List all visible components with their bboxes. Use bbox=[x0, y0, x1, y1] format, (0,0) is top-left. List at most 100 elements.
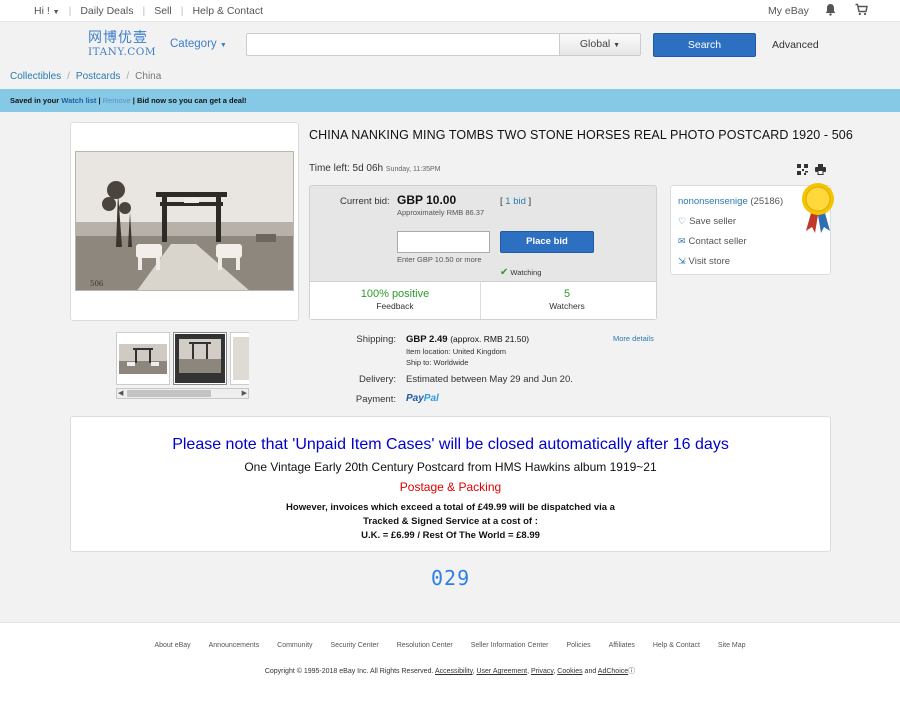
global-label: Global bbox=[579, 38, 611, 50]
copyright: Copyright © 1995-2018 eBay Inc. All Righ… bbox=[264, 668, 636, 675]
watchlist-banner: Saved in your Watch list | Remove | Bid … bbox=[0, 89, 900, 112]
bid-count-link[interactable]: 1 bid bbox=[505, 196, 526, 207]
logo-english: ITANY.COM bbox=[88, 46, 157, 58]
end-time: Sunday, 11:35PM bbox=[385, 166, 441, 173]
postage-heading: Postage & Packing bbox=[399, 480, 502, 494]
save-seller-label: Save seller bbox=[689, 216, 737, 227]
postage-line-2: Tracked & Signed Service at a cost of : bbox=[363, 516, 538, 527]
bell-icon[interactable] bbox=[825, 3, 836, 19]
footer-link[interactable]: Security Center bbox=[331, 642, 379, 649]
thumbnail-2[interactable] bbox=[173, 332, 227, 385]
legal-link[interactable]: Accessibility bbox=[435, 668, 473, 675]
watching-status[interactable]: ✔ Watching bbox=[500, 267, 541, 278]
legal-link[interactable]: Cookies bbox=[557, 668, 582, 675]
seller-info: nononsensenige (25186) bbox=[678, 196, 783, 207]
top-bar: Hi ! ▼ | Daily Deals | Sell | Help & Con… bbox=[0, 0, 900, 22]
postage-line-1: However, invoices which exceed a total o… bbox=[286, 502, 615, 513]
check-icon: ✔ bbox=[500, 267, 509, 278]
visit-store-label: Visit store bbox=[688, 256, 731, 267]
delivery-label: Delivery: bbox=[359, 374, 396, 385]
bid-amount-input[interactable] bbox=[397, 231, 490, 253]
footer-link[interactable]: Policies bbox=[566, 642, 590, 649]
shipping-approx: (approx. RMB 21.50) bbox=[450, 334, 530, 344]
print-icon[interactable] bbox=[815, 164, 826, 178]
search-input[interactable] bbox=[246, 33, 560, 56]
current-bid-value: GBP 10.00 bbox=[397, 193, 457, 207]
description-headline: One Vintage Early 20th Century Postcard … bbox=[244, 460, 657, 474]
visit-store-link[interactable]: ⇲ Visit store bbox=[678, 256, 730, 267]
adchoice-link[interactable]: AdChoice bbox=[598, 668, 628, 675]
postage-line-3: U.K. = £6.99 / Rest Of The World = £8.99 bbox=[361, 530, 540, 541]
footer-link[interactable]: Announcements bbox=[209, 642, 260, 649]
contact-seller-link[interactable]: ✉ Contact seller bbox=[678, 236, 747, 247]
chevron-down-icon: ▼ bbox=[613, 42, 621, 49]
cart-icon[interactable] bbox=[855, 3, 868, 19]
copyright-text: Copyright © 1995-2018 eBay Inc. All Righ… bbox=[264, 668, 434, 675]
time-left-value: 5d 06h bbox=[352, 163, 384, 174]
site-logo[interactable]: 网博优壹 ITANY.COM bbox=[88, 30, 157, 62]
main-photo[interactable]: 506 bbox=[75, 151, 294, 291]
watching-label: Watching bbox=[510, 268, 542, 277]
time-left: Time left: 5d 06h Sunday, 11:35PM bbox=[309, 163, 441, 174]
seller-name-link[interactable]: nononsensenige bbox=[678, 196, 748, 207]
watch-list-link[interactable]: Watch list bbox=[61, 96, 96, 105]
category-dropdown[interactable]: Category ▼ bbox=[170, 38, 227, 50]
watchbar-prefix: Saved in your bbox=[10, 96, 60, 105]
store-icon: ⇲ bbox=[678, 256, 686, 266]
chevron-down-icon: ▼ bbox=[219, 42, 227, 49]
shipping-price: GBP 2.49 (approx. RMB 21.50) bbox=[406, 334, 529, 345]
advanced-search-link[interactable]: Advanced bbox=[772, 39, 819, 51]
ship-to: Ship to: Worldwide bbox=[406, 358, 469, 367]
place-bid-button[interactable]: Place bid bbox=[500, 231, 594, 253]
unpaid-notice: Please note that 'Unpaid Item Cases' wil… bbox=[172, 436, 729, 453]
search-button[interactable]: Search bbox=[653, 33, 756, 57]
greeting-menu[interactable]: Hi ! ▼ bbox=[34, 5, 60, 17]
breadcrumb-collectibles[interactable]: Collectibles bbox=[10, 71, 61, 82]
footer-links: About eBay Announcements Community Secur… bbox=[0, 642, 900, 649]
thumbnail-scrollbar[interactable]: ◀ ▶ bbox=[116, 388, 249, 399]
footer-link[interactable]: Seller Information Center bbox=[471, 642, 549, 649]
footer-link[interactable]: Site Map bbox=[718, 642, 746, 649]
divider bbox=[480, 281, 481, 319]
shipping-label: Shipping: bbox=[356, 334, 396, 345]
thumbnail-1[interactable] bbox=[116, 332, 170, 385]
feedback-stat: 100% positive Feedback bbox=[310, 282, 480, 320]
thumbnail-3[interactable] bbox=[230, 332, 249, 385]
more-details-link[interactable]: More details bbox=[613, 334, 654, 343]
sell-link[interactable]: Sell bbox=[154, 5, 172, 17]
approx-price: Approximately RMB 86.37 bbox=[397, 208, 485, 217]
legal-link[interactable]: User Agreement bbox=[476, 668, 527, 675]
watchers-label: Watchers bbox=[549, 301, 585, 311]
watchers-stat: 5 Watchers bbox=[482, 282, 652, 320]
footer-link[interactable]: Help & Contact bbox=[653, 642, 700, 649]
watchbar-suffix: Bid now so you can get a deal! bbox=[136, 96, 247, 105]
legal-link[interactable]: Privacy bbox=[531, 668, 553, 675]
paypal-pal: Pal bbox=[423, 393, 439, 404]
scroll-right-icon[interactable]: ▶ bbox=[242, 389, 247, 397]
scrollbar-thumb[interactable] bbox=[127, 390, 211, 397]
footer-link[interactable]: Resolution Center bbox=[397, 642, 453, 649]
breadcrumb-separator: / bbox=[67, 71, 70, 82]
visit-counter: 029 bbox=[431, 566, 471, 590]
envelope-icon: ✉ bbox=[678, 236, 686, 246]
breadcrumb: Collectibles / Postcards / China bbox=[10, 71, 161, 82]
footer-link[interactable]: Affiliates bbox=[609, 642, 635, 649]
scroll-left-icon[interactable]: ◀ bbox=[118, 389, 123, 397]
feedback-value: 100% positive bbox=[360, 288, 430, 300]
paypal-pay: Pay bbox=[406, 393, 424, 404]
remove-link[interactable]: Remove bbox=[103, 96, 131, 105]
breadcrumb-postcards[interactable]: Postcards bbox=[76, 71, 120, 82]
daily-deals-link[interactable]: Daily Deals bbox=[80, 5, 133, 17]
global-dropdown[interactable]: Global ▼ bbox=[559, 33, 641, 56]
item-title: CHINA NANKING MING TOMBS TWO STONE HORSE… bbox=[309, 128, 853, 142]
heart-icon: ♡ bbox=[678, 216, 687, 226]
footer-link[interactable]: About eBay bbox=[154, 642, 190, 649]
my-ebay-link[interactable]: My eBay bbox=[768, 5, 809, 17]
breadcrumb-separator: / bbox=[126, 71, 130, 82]
help-contact-link[interactable]: Help & Contact bbox=[192, 5, 263, 17]
footer-link[interactable]: Community bbox=[277, 642, 312, 649]
qr-code-icon[interactable] bbox=[797, 164, 808, 178]
info-icon[interactable]: ⓘ bbox=[628, 668, 635, 675]
save-seller-link[interactable]: ♡ Save seller bbox=[678, 216, 736, 227]
divider: | bbox=[142, 5, 146, 17]
